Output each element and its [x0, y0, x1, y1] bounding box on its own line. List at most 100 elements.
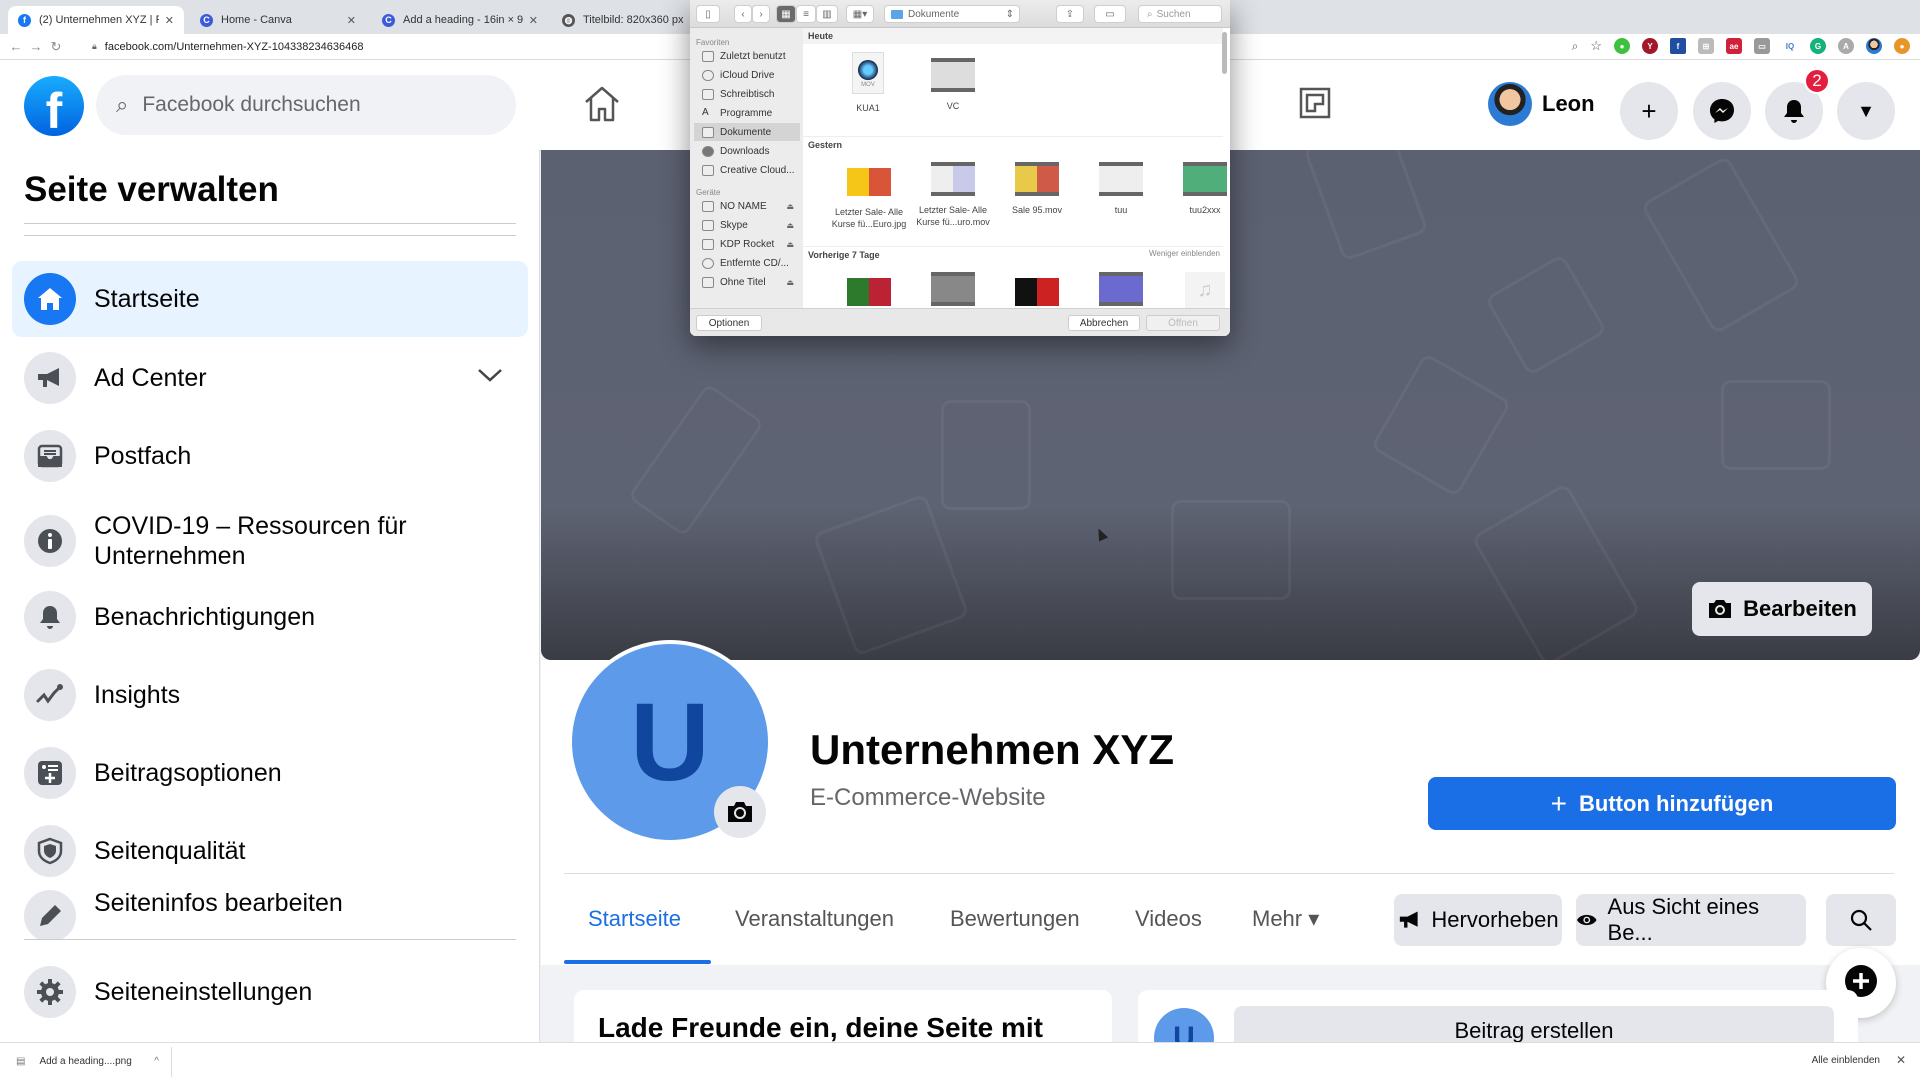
close-tab-icon[interactable]: ✕	[529, 14, 538, 27]
reload-icon[interactable]: ↻	[46, 39, 66, 55]
chevron-up-icon[interactable]: ^	[154, 1056, 159, 1067]
sidebar-item-beitragsoptionen[interactable]: Beitragsoptionen	[12, 735, 528, 811]
screen-ext-icon[interactable]: ▭	[1754, 38, 1770, 54]
finder-device-skype[interactable]: Skype ⏏	[694, 216, 800, 234]
profile-button[interactable]: Leon	[1488, 82, 1595, 126]
finder-fav-downloads[interactable]: Downloads	[694, 142, 800, 160]
cancel-button[interactable]: Abbrechen	[1068, 315, 1140, 331]
group-by-button[interactable]: ▦▾	[846, 5, 874, 23]
close-tab-icon[interactable]: ✕	[165, 14, 174, 27]
options-button[interactable]: Optionen	[696, 315, 762, 331]
share-icon[interactable]: ⇪	[1056, 5, 1084, 23]
gray-ext-icon[interactable]: ⊞	[1698, 38, 1714, 54]
tab-videos[interactable]: Videos	[1135, 906, 1202, 932]
finder-fav-desktop[interactable]: Schreibtisch	[694, 85, 800, 103]
eject-icon[interactable]: ⏏	[786, 240, 794, 249]
eject-icon[interactable]: ⏏	[786, 221, 794, 230]
browser-tab-canva-home[interactable]: C Home - Canva ✕	[190, 6, 366, 34]
star-icon[interactable]: ☆	[1590, 38, 1602, 54]
sidebar-item-ad-center[interactable]: Ad Center	[12, 340, 528, 416]
facebook-logo-icon[interactable]: f	[24, 76, 84, 136]
tab-veranstaltungen[interactable]: Veranstaltungen	[735, 906, 894, 932]
add-button-button[interactable]: + Button hinzufügen	[1428, 777, 1896, 830]
page-search-button[interactable]	[1826, 894, 1896, 946]
home-icon[interactable]	[580, 82, 624, 126]
finder-device-no-name[interactable]: NO NAME ⏏	[694, 197, 800, 215]
yab-ext-icon[interactable]: Y	[1642, 38, 1658, 54]
search-input[interactable]: ⌕ Facebook durchsuchen	[96, 75, 516, 135]
forward-icon[interactable]: ›	[752, 5, 770, 23]
finder-fav-documents[interactable]: Dokumente	[694, 123, 800, 141]
sidebar-item-benachrichtigungen[interactable]: Benachrichtigungen	[12, 579, 528, 655]
tab-bewertungen[interactable]: Bewertungen	[950, 906, 1080, 932]
finder-device-kdp-rocket[interactable]: KDP Rocket ⏏	[694, 235, 800, 253]
file-item[interactable]: Letzter Sale- Alle Kurse fü...uro.mov	[913, 162, 993, 228]
column-view-button[interactable]: ▥	[816, 5, 838, 23]
sidebar-item-insights[interactable]: Insights	[12, 657, 528, 733]
zoom-icon[interactable]: ⌕	[1572, 39, 1579, 54]
sidebar-item-seitenqualitaet[interactable]: Seitenqualität	[12, 813, 528, 889]
browser-tab-titelbild[interactable]: ◍ Titelbild: 820x360 px	[552, 6, 702, 34]
tab-startseite[interactable]: Startseite	[588, 906, 681, 932]
browser-tab-canva-design[interactable]: C Add a heading - 16in × 9in ✕	[372, 6, 548, 34]
forward-icon[interactable]: →	[26, 39, 46, 54]
eject-icon[interactable]: ⏏	[786, 202, 794, 211]
account-menu-button[interactable]: ▼	[1837, 82, 1895, 140]
icon-view-button[interactable]: ▦	[776, 5, 796, 23]
close-tab-icon[interactable]: ✕	[347, 14, 356, 27]
finder-device-ohne-titel[interactable]: Ohne Titel ⏏	[694, 273, 800, 291]
gaming-icon[interactable]	[1298, 86, 1332, 120]
sidebar-item-seiteninfos[interactable]: Seiteninfos bearbeiten	[12, 880, 528, 940]
sidebar-item-seiteneinstellungen[interactable]: Seiteneinstellungen	[12, 954, 528, 1030]
finder-fav-creative-cloud[interactable]: Creative Cloud...	[694, 161, 800, 179]
tab-mehr[interactable]: Mehr ▾	[1252, 906, 1319, 932]
sidebar-item-postfach[interactable]: Postfach	[12, 418, 528, 494]
back-icon[interactable]: ‹	[734, 5, 752, 23]
promote-button[interactable]: Hervorheben	[1394, 894, 1562, 946]
create-button[interactable]: +	[1620, 82, 1678, 140]
file-item[interactable]	[829, 272, 909, 312]
open-button[interactable]: Öffnen	[1146, 315, 1220, 331]
sidebar-toggle-icon[interactable]: ▯	[696, 5, 720, 23]
finder-fav-recent[interactable]: Zuletzt benutzt	[694, 47, 800, 65]
sidebar-item-startseite[interactable]: Startseite	[12, 261, 528, 337]
page-category[interactable]: E-Commerce-Website	[810, 784, 1046, 812]
view-as-visitor-button[interactable]: Aus Sicht eines Be...	[1576, 894, 1806, 946]
list-view-button[interactable]: ≡	[796, 5, 816, 23]
edit-cover-button[interactable]: Bearbeiten	[1692, 582, 1872, 636]
facebook-ext-icon[interactable]: f	[1670, 38, 1686, 54]
eject-icon[interactable]: ⏏	[786, 278, 794, 287]
file-item[interactable]: MOV KUA1	[828, 52, 908, 114]
grammarly-off-icon[interactable]: G	[1810, 38, 1826, 54]
sidebar-item-covid[interactable]: COVID-19 – Ressourcen für Unternehmen	[12, 496, 528, 586]
profile-avatar-icon[interactable]	[1866, 38, 1882, 54]
file-item[interactable]: tuu2xxx	[1165, 162, 1230, 216]
orange-ext-icon[interactable]: ●	[1894, 38, 1910, 54]
close-icon[interactable]: ✕	[1896, 1053, 1906, 1067]
file-item[interactable]: VC	[913, 58, 993, 112]
show-less-link[interactable]: Weniger einblenden	[1149, 249, 1220, 258]
edit-avatar-button[interactable]	[714, 786, 766, 838]
file-item[interactable]: Sale 95.mov	[997, 162, 1077, 216]
green-ext-icon[interactable]: ●	[1614, 38, 1630, 54]
show-all-downloads-link[interactable]: Alle einblenden	[1812, 1055, 1880, 1066]
file-item[interactable]: Letzter Sale- Alle Kurse fü...Euro.jpg	[829, 162, 909, 230]
file-item[interactable]: tuu	[1081, 162, 1161, 216]
finder-search-input[interactable]: ⌕ Suchen	[1138, 5, 1222, 23]
file-item[interactable]: ♫	[1165, 272, 1230, 308]
location-dropdown[interactable]: Dokumente ⇕	[884, 5, 1020, 23]
abp-ext-icon[interactable]: A	[1838, 38, 1854, 54]
iq-ext-icon[interactable]: IQ	[1782, 38, 1798, 54]
scrollbar[interactable]	[1222, 32, 1227, 74]
finder-device-remote-cd[interactable]: Entfernte CD/...	[694, 254, 800, 272]
url-field[interactable]: 🔒︎ facebook.com/Unternehmen-XYZ-10433823…	[92, 41, 363, 53]
ae-ext-icon[interactable]: ae	[1726, 38, 1742, 54]
finder-fav-applications[interactable]: A Programme	[694, 104, 800, 122]
messenger-button[interactable]	[1693, 82, 1751, 140]
tag-icon[interactable]: ▭	[1094, 5, 1126, 23]
file-item[interactable]	[997, 272, 1077, 312]
browser-tab-facebook[interactable]: f (2) Unternehmen XYZ | Facebook ✕	[8, 6, 184, 34]
download-item[interactable]: ▤ Add a heading....png ^	[0, 1046, 172, 1077]
back-icon[interactable]: ←	[6, 39, 26, 54]
finder-fav-icloud[interactable]: iCloud Drive	[694, 66, 800, 84]
